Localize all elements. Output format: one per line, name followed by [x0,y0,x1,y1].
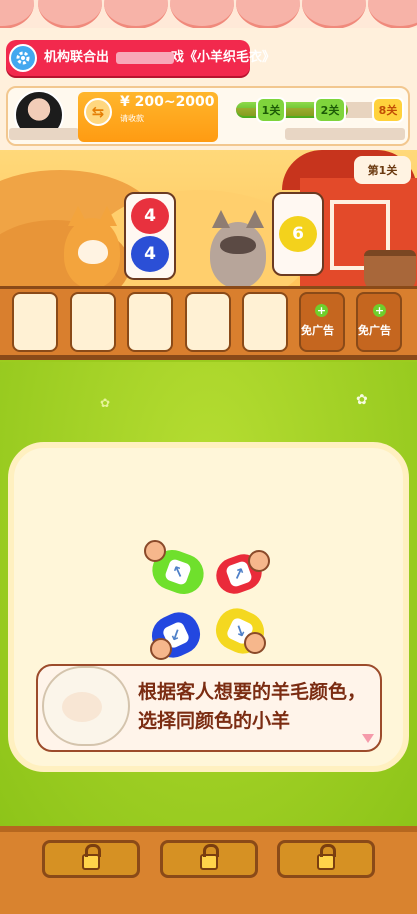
empty-slot [70,292,116,352]
tutorial-tip-text: 根据客人想要的羊毛颜色，选择同颜色的小羊 [138,681,367,732]
order-yarn-blue: 4 [131,236,169,272]
redacted-text [116,52,174,64]
plus-icon: + [373,304,386,317]
lock-icon [82,844,101,870]
raccoon-customer [210,222,266,288]
redacted-username [9,128,79,140]
lock-icon [200,844,219,870]
fox-face [78,240,108,264]
sheep-head [248,550,270,572]
empty-slot [185,292,231,352]
reward-amount: ¥ 200~2000 [120,94,215,110]
locked-tool-button[interactable] [160,840,258,878]
level-marker-8: 8关 [372,97,404,123]
mascot-face [62,692,102,722]
empty-slot [242,292,288,352]
sheep-head [144,540,166,562]
locked-tool-button[interactable] [277,840,375,878]
ad-free-label: 免广告 [301,324,334,337]
next-triangle-icon[interactable] [362,734,374,743]
order-yarn-yellow: 6 [279,216,317,252]
lock-icon [317,844,336,870]
sheep-head [244,632,266,654]
exchange-icon: ⇆ [84,98,112,126]
raccoon-face [220,236,256,254]
empty-slot [127,292,173,352]
flower-icon: ✿ [100,396,111,410]
level-marker-2: 2关 [314,97,346,123]
order-yarn-red: 4 [131,198,169,234]
sheep-head [150,638,172,660]
ad-free-label: 免广告 [358,324,391,337]
settings-gear-icon[interactable] [9,44,37,72]
reward-subtitle: 请收款 [120,114,144,123]
empty-slot [12,292,58,352]
current-level-badge: 第1关 [354,156,411,184]
locked-tool-button[interactable] [42,840,140,878]
redacted-progress-text [285,128,405,140]
arrow-up-left-icon: ↖ [163,557,193,587]
plus-icon: + [315,304,328,317]
flower-icon: ✿ [356,392,368,408]
level-marker-1: 1关 [256,97,286,123]
